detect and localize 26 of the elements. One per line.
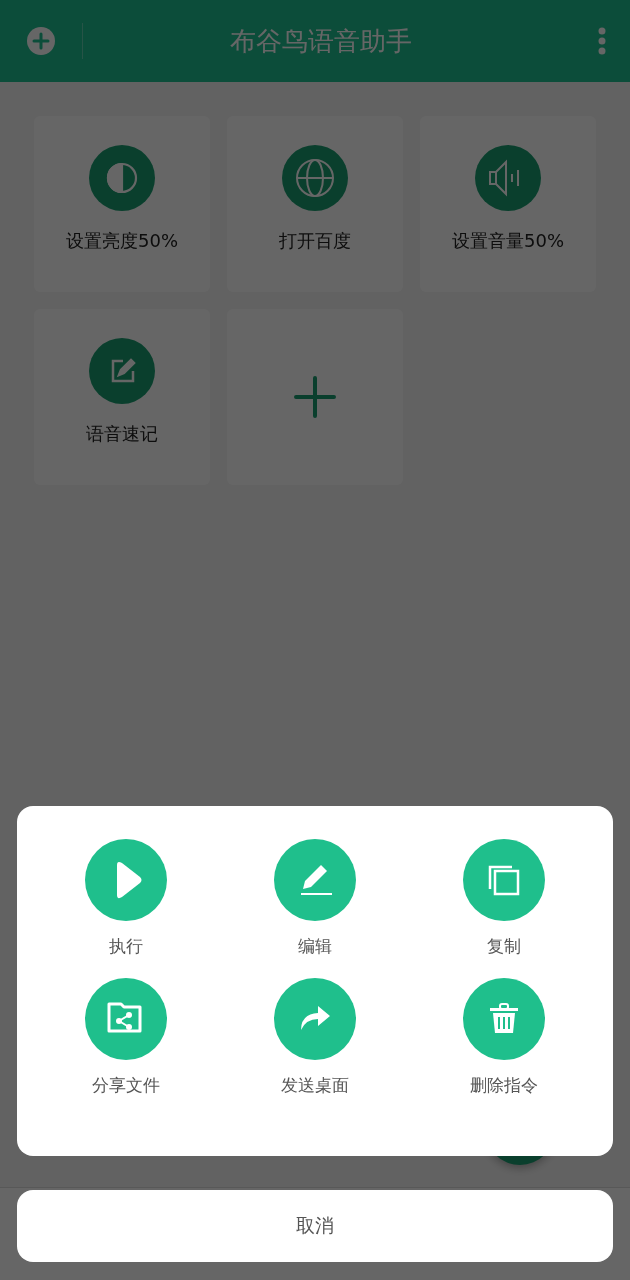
command-label: 打开百度	[279, 229, 351, 253]
action-item[interactable]: 执行	[31, 839, 221, 958]
speaker-icon	[475, 145, 541, 211]
cancel-button[interactable]: 取消	[17, 1190, 613, 1262]
action-item[interactable]: 编辑	[220, 839, 410, 958]
add-command-card[interactable]	[227, 309, 403, 485]
command-label: 设置音量50%	[452, 229, 564, 253]
pencil-icon	[274, 839, 356, 921]
add-icon[interactable]	[26, 26, 56, 56]
action-item[interactable]: 发送桌面	[220, 978, 410, 1097]
app-title: 布谷鸟语音助手	[228, 24, 413, 58]
play-icon	[84, 839, 167, 921]
command-label: 设置亮度50%	[66, 229, 178, 253]
copy-icon	[463, 839, 546, 921]
action-item[interactable]: 复制	[409, 839, 599, 958]
more-menu-icon[interactable]	[598, 27, 606, 55]
contrast-icon	[89, 145, 155, 211]
globe-icon	[282, 145, 348, 211]
trash-icon	[463, 978, 546, 1060]
action-item[interactable]: 分享文件	[31, 978, 221, 1097]
plus-icon	[294, 376, 336, 418]
note-icon	[89, 338, 155, 404]
forward-icon	[274, 978, 356, 1060]
action-item[interactable]: 删除指令	[409, 978, 599, 1097]
command-label: 语音速记	[86, 422, 158, 446]
share-file-icon	[84, 978, 167, 1060]
